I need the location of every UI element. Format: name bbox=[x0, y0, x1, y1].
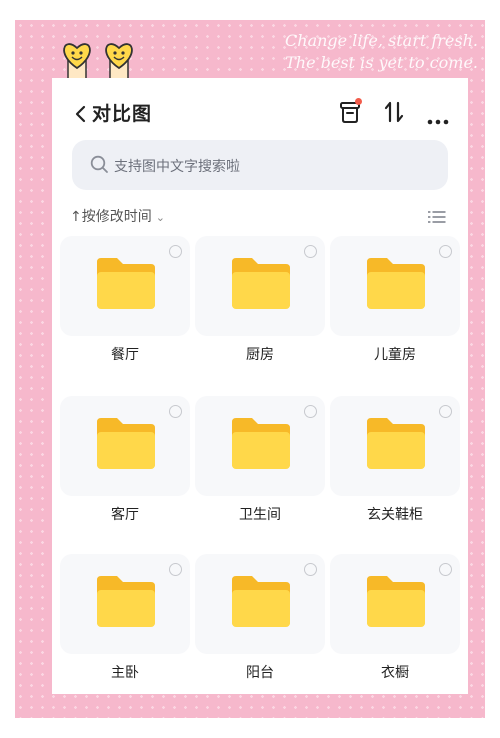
select-radio[interactable] bbox=[169, 563, 182, 576]
folder-tile[interactable] bbox=[330, 554, 460, 654]
more-button[interactable] bbox=[427, 110, 449, 129]
search-icon bbox=[90, 155, 108, 173]
folder-icon bbox=[97, 576, 155, 627]
folder-tile[interactable] bbox=[195, 236, 325, 336]
folder-icon bbox=[97, 258, 155, 309]
page-title: 对比图 bbox=[92, 103, 153, 125]
chevron-down-icon: ⌄ bbox=[155, 211, 165, 224]
select-radio[interactable] bbox=[304, 563, 317, 576]
sort-selector[interactable]: ↑按修改时间 ⌄ bbox=[70, 206, 165, 226]
folder-name: 阳台 bbox=[246, 665, 274, 681]
folder-name: 厨房 bbox=[246, 347, 274, 363]
folder-icon bbox=[97, 418, 155, 469]
folder-tile[interactable] bbox=[60, 236, 190, 336]
folder-name: 儿童房 bbox=[374, 347, 416, 363]
select-radio[interactable] bbox=[169, 245, 182, 258]
tagline-line-2: The best is yet to come. bbox=[285, 53, 478, 72]
search-placeholder: 支持图中文字搜索啦 bbox=[114, 159, 240, 175]
select-radio[interactable] bbox=[169, 405, 182, 418]
more-icon bbox=[427, 119, 449, 125]
decorative-tagline: Change life, start fresh. The best is ye… bbox=[178, 30, 478, 74]
search-bar[interactable]: 支持图中文字搜索啦 bbox=[72, 140, 448, 190]
sort-arrows-icon bbox=[384, 101, 404, 123]
heart-stickers-icon bbox=[63, 43, 133, 81]
file-browser-card: 对比图 支持图中文字搜索啦 ↑按修改时间 ⌄ 餐厅 厨房 儿童房 客厅 卫生间 … bbox=[52, 78, 468, 694]
folder-icon bbox=[367, 576, 425, 627]
folder-name: 客厅 bbox=[111, 507, 139, 523]
tagline-line-1: Change life, start fresh. bbox=[285, 31, 478, 50]
sort-label: 按修改时间 bbox=[81, 209, 152, 225]
select-radio[interactable] bbox=[304, 405, 317, 418]
folder-name: 主卧 bbox=[111, 665, 139, 681]
select-radio[interactable] bbox=[439, 405, 452, 418]
folder-icon bbox=[367, 418, 425, 469]
sort-toggle-button[interactable] bbox=[384, 100, 404, 128]
folder-tile[interactable] bbox=[330, 396, 460, 496]
box-button[interactable] bbox=[339, 98, 362, 128]
header-bar: 对比图 bbox=[52, 78, 468, 148]
notification-dot bbox=[355, 98, 362, 105]
select-radio[interactable] bbox=[439, 245, 452, 258]
folder-icon bbox=[232, 258, 290, 309]
folder-tile[interactable] bbox=[60, 396, 190, 496]
sort-direction-arrow: ↑ bbox=[70, 209, 82, 225]
folder-icon bbox=[367, 258, 425, 309]
folder-tile[interactable] bbox=[330, 236, 460, 336]
folder-name: 卫生间 bbox=[239, 507, 281, 523]
list-view-icon[interactable] bbox=[428, 210, 446, 224]
select-radio[interactable] bbox=[439, 563, 452, 576]
chevron-left-icon[interactable] bbox=[74, 105, 86, 123]
folder-name: 餐厅 bbox=[111, 347, 139, 363]
folder-tile[interactable] bbox=[195, 396, 325, 496]
select-radio[interactable] bbox=[304, 245, 317, 258]
folder-tile[interactable] bbox=[60, 554, 190, 654]
folder-name: 玄关鞋柜 bbox=[367, 507, 423, 523]
folder-icon bbox=[232, 576, 290, 627]
folder-tile[interactable] bbox=[195, 554, 325, 654]
folder-icon bbox=[232, 418, 290, 469]
folder-name: 衣橱 bbox=[381, 665, 409, 681]
